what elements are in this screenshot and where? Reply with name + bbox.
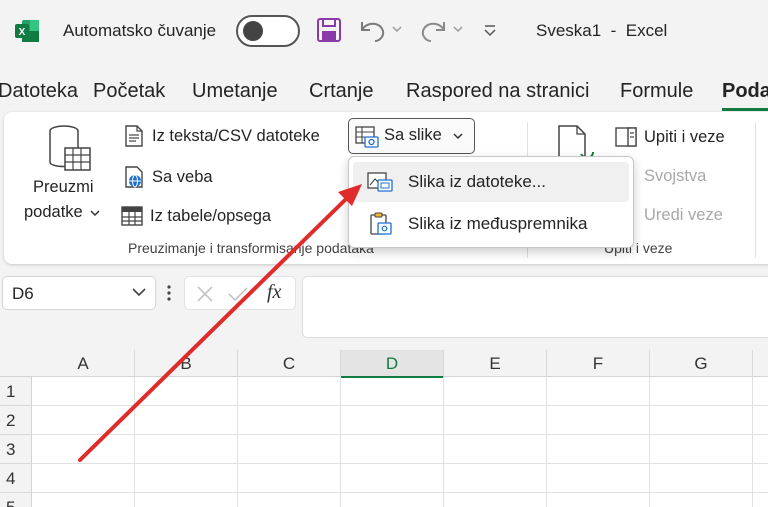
- clipboard-picture-icon: [370, 212, 392, 235]
- menu-item-picture-from-clipboard[interactable]: Slika iz međuspremnika: [353, 204, 629, 244]
- redo-icon[interactable]: [418, 16, 448, 44]
- tab-pocetak[interactable]: Početak: [93, 80, 165, 103]
- from-text-csv-label: Iz teksta/CSV datoteke: [152, 126, 320, 145]
- edit-links-button[interactable]: Uredi veze: [644, 206, 723, 225]
- column-header-b[interactable]: B: [135, 350, 238, 377]
- from-text-csv-button[interactable]: Iz teksta/CSV datoteke: [122, 124, 320, 148]
- menu-item-picture-from-clipboard-label: Slika iz međuspremnika: [408, 214, 588, 233]
- name-box-value: D6: [12, 284, 34, 303]
- row-header-3[interactable]: 3: [0, 435, 32, 464]
- from-table-range-label: Iz tabele/opsega: [150, 206, 272, 225]
- from-web-label: Sa veba: [152, 167, 213, 186]
- text-file-icon: [125, 125, 143, 147]
- queries-pane-icon: [615, 127, 637, 147]
- tab-datoteka[interactable]: Datoteka: [0, 80, 78, 103]
- menu-item-picture-from-file[interactable]: Slika iz datoteke...: [353, 162, 629, 202]
- chevron-down-icon: [90, 209, 100, 216]
- formula-input[interactable]: [302, 276, 768, 338]
- name-box[interactable]: D6: [2, 276, 156, 310]
- menu-item-picture-from-file-label: Slika iz datoteke...: [408, 172, 546, 191]
- table-icon: [121, 206, 143, 226]
- edit-links-label: Uredi veze: [644, 206, 723, 224]
- from-table-range-button[interactable]: Iz tabele/opsega: [120, 204, 271, 228]
- tab-formule[interactable]: Formule: [620, 80, 693, 103]
- redo-dropdown-chevron-icon[interactable]: [453, 26, 463, 34]
- from-picture-label: Sa slike: [384, 126, 442, 144]
- autosave-toggle[interactable]: [236, 15, 300, 47]
- picture-table-icon: [355, 126, 379, 148]
- undo-icon[interactable]: [358, 16, 388, 44]
- from-web-button[interactable]: Sa veba: [122, 165, 213, 189]
- cell-area[interactable]: [32, 377, 768, 507]
- tab-podaci[interactable]: Podaci: [722, 80, 768, 111]
- column-header-a[interactable]: A: [32, 350, 135, 377]
- group-separator: [755, 122, 756, 258]
- chevron-down-icon[interactable]: [131, 285, 147, 299]
- tab-raspored[interactable]: Raspored na stranici: [406, 80, 589, 103]
- get-data-database-icon[interactable]: [47, 124, 93, 174]
- web-page-icon: [125, 166, 143, 188]
- excel-logo-icon: X: [15, 20, 39, 42]
- get-data-button[interactable]: podatke: [24, 203, 101, 222]
- save-icon[interactable]: [316, 16, 342, 44]
- column-header-f[interactable]: F: [547, 350, 650, 377]
- row-header-2[interactable]: 2: [0, 406, 32, 435]
- svg-text:X: X: [19, 27, 26, 38]
- ribbon-tabs: Datoteka Početak Umetanje Crtanje Raspor…: [0, 62, 768, 111]
- tab-umetanje[interactable]: Umetanje: [192, 80, 278, 103]
- row-header-5[interactable]: 5: [0, 493, 32, 507]
- from-picture-dropdown-menu: Slika iz datoteke... Slika iz međuspremn…: [348, 156, 634, 248]
- document-title: Sveska1 - Excel: [536, 21, 668, 40]
- title-bar: X Automatsko čuvanje Sveska1 - Excel: [0, 0, 768, 62]
- insert-function-fx-icon[interactable]: fx: [267, 281, 281, 304]
- enter-check-icon[interactable]: [227, 285, 249, 303]
- properties-label: Svojstva: [644, 167, 707, 185]
- properties-button[interactable]: Svojstva: [644, 167, 706, 186]
- customize-quick-access-icon[interactable]: [482, 24, 498, 38]
- queries-connections-button[interactable]: Upiti i veze: [614, 125, 725, 149]
- more-options-icon[interactable]: [166, 283, 172, 303]
- column-header-e[interactable]: E: [444, 350, 547, 377]
- column-headers: A B C D E F G: [0, 350, 768, 378]
- spreadsheet-grid: A B C D E F G 1 2 3 4 5: [0, 350, 768, 507]
- row-header-4[interactable]: 4: [0, 464, 32, 493]
- column-header-g[interactable]: G: [650, 350, 753, 377]
- from-picture-button[interactable]: Sa slike: [348, 118, 475, 154]
- tab-crtanje[interactable]: Crtanje: [309, 80, 373, 103]
- get-data-label-line2: podatke: [24, 203, 83, 221]
- column-header-d[interactable]: D: [341, 350, 444, 378]
- chevron-down-icon: [453, 133, 463, 140]
- autosave-label: Automatsko čuvanje: [63, 21, 217, 40]
- formula-buttons: fx: [184, 276, 296, 310]
- undo-dropdown-chevron-icon[interactable]: [392, 26, 402, 34]
- get-data-label-line1[interactable]: Preuzmi: [33, 178, 94, 197]
- picture-from-file-icon: [367, 172, 393, 192]
- row-header-1[interactable]: 1: [0, 377, 32, 406]
- group-label-get-transform: Preuzimanje i transformisanje podataka: [128, 240, 374, 256]
- queries-connections-label: Upiti i veze: [644, 127, 725, 146]
- cancel-x-icon[interactable]: [195, 285, 215, 303]
- toggle-knob: [243, 21, 263, 41]
- column-header-c[interactable]: C: [238, 350, 341, 377]
